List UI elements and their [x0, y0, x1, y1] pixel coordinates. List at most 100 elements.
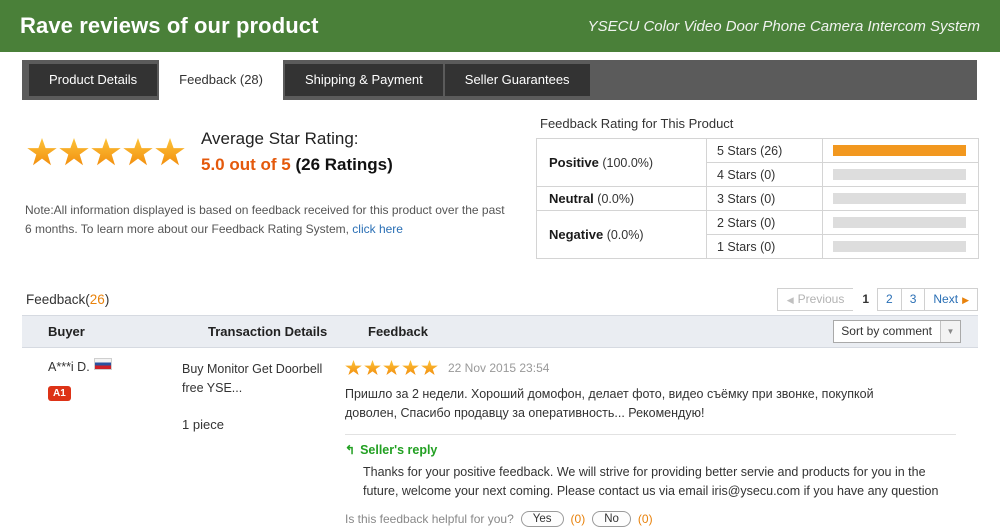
feedback-count-label: Feedback(	[26, 291, 90, 307]
bar-track	[833, 169, 966, 180]
pagination-next-label: Next	[933, 291, 959, 306]
pagination-next[interactable]: Next ▶	[924, 287, 978, 311]
column-header-buyer: Buyer	[48, 324, 85, 339]
buyer-identity: A***i D.	[48, 358, 182, 374]
star-row-bar	[822, 234, 979, 259]
tab-shipping-payment[interactable]: Shipping & Payment	[284, 64, 443, 96]
star-icon	[27, 138, 57, 166]
helpful-yes-button[interactable]: Yes	[520, 511, 564, 527]
average-star-rating	[27, 138, 185, 167]
pagination-previous-label: Previous	[797, 291, 845, 306]
click-here-link[interactable]: click here	[352, 222, 403, 236]
rating-group-neutral: Neutral (0.0%)	[536, 186, 707, 211]
star-row-label: 2 Stars (0)	[706, 210, 823, 235]
pagination: ◀ Previous 1 2 3 Next ▶	[776, 287, 978, 311]
chevron-right-icon: ▶	[962, 294, 969, 305]
star-icon	[345, 360, 362, 376]
page-title: Rave reviews of our product	[20, 13, 319, 38]
pagination-page-1[interactable]: 1	[853, 287, 879, 311]
feedback-count-close: )	[104, 291, 110, 307]
star-icon	[123, 138, 153, 166]
feedback-count: Feedback(26)	[22, 292, 109, 307]
bar-track	[833, 145, 966, 156]
review-feedback-cell: 22 Nov 2015 23:54 Пришло за 2 недели. Хо…	[345, 360, 978, 527]
page-banner: Rave reviews of our product YSECU Color …	[0, 0, 1000, 52]
star-icon	[402, 360, 419, 376]
table-row: Neutral (0.0%) 3 Stars (0)	[536, 186, 979, 211]
pagination-page-2[interactable]: 2	[877, 287, 902, 311]
review-date: 22 Nov 2015 23:54	[448, 361, 550, 375]
bar-track	[833, 241, 966, 252]
russia-flag-icon	[93, 358, 112, 370]
review-star-rating	[345, 360, 438, 376]
buyer-level-badge: A1	[48, 386, 71, 401]
star-icon	[383, 360, 400, 376]
helpful-row: Is this feedback helpful for you? Yes (0…	[345, 511, 956, 527]
transaction-quantity: 1 piece	[182, 417, 224, 432]
tab-feedback[interactable]: Feedback (28)	[159, 60, 283, 100]
star-icon	[364, 360, 381, 376]
pagination-previous[interactable]: ◀ Previous	[776, 287, 855, 311]
review-star-row: 22 Nov 2015 23:54	[345, 360, 956, 376]
bar-track	[833, 193, 966, 204]
average-rating-values: 5.0 out of 5 (26 Ratings)	[201, 153, 393, 177]
column-header-transaction: Transaction Details	[208, 324, 328, 339]
seller-reply-block: ↰ Seller's reply Thanks for your positiv…	[345, 434, 956, 501]
seller-reply-text: Thanks for your positive feedback. We wi…	[363, 465, 939, 498]
feedback-rating-title: Feedback Rating for This Product	[540, 116, 734, 131]
helpful-no-button[interactable]: No	[592, 511, 631, 527]
buyer-name: A***i D.	[48, 360, 90, 374]
chevron-down-icon: ▼	[940, 321, 960, 342]
review-transaction-cell: Buy Monitor Get Doorbell free YSE... 1 p…	[182, 360, 345, 527]
star-row-label: 3 Stars (0)	[706, 186, 823, 211]
star-row-bar	[822, 210, 979, 235]
star-icon	[155, 138, 185, 166]
tab-product-details[interactable]: Product Details	[29, 64, 158, 96]
column-header-feedback: Feedback	[368, 324, 428, 339]
star-row-label: 5 Stars (26)	[706, 138, 823, 163]
star-icon	[421, 360, 438, 376]
average-count: (26 Ratings)	[295, 155, 393, 174]
main-content: Average Star Rating: 5.0 out of 5 (26 Ra…	[0, 100, 1000, 527]
rating-group-negative: Negative (0.0%)	[536, 210, 707, 259]
helpful-yes-count: (0)	[570, 512, 586, 526]
table-row: Negative (0.0%) 2 Stars (0)	[536, 210, 979, 259]
star-row-label: 1 Stars (0)	[706, 234, 823, 259]
tab-seller-guarantees[interactable]: Seller Guarantees	[444, 64, 590, 96]
tab-bar: Product Details Feedback (28) Shipping &…	[22, 60, 977, 100]
rating-group-name: Neutral	[549, 191, 594, 206]
review-text: Пришло за 2 недели. Хороший домофон, дел…	[345, 387, 874, 420]
feedback-table-header: Buyer Transaction Details Feedback Sort …	[22, 315, 978, 348]
rating-group-name: Positive	[549, 155, 599, 170]
average-rating-block: Average Star Rating: 5.0 out of 5 (26 Ra…	[22, 110, 532, 259]
helpful-no-count: (0)	[637, 512, 653, 526]
star-row-bar	[822, 162, 979, 187]
sort-dropdown[interactable]: Sort by comment ▼	[833, 320, 961, 343]
table-row: Positive (100.0%) 5 Stars (26)	[536, 138, 979, 187]
bar-fill	[833, 145, 966, 156]
feedback-rating-table: Positive (100.0%) 5 Stars (26) 4 Stars (…	[536, 138, 979, 259]
reply-arrow-icon: ↰	[345, 443, 356, 457]
pagination-page-3[interactable]: 3	[900, 287, 926, 311]
rating-group-pct: (0.0%)	[606, 228, 644, 242]
review-buyer-cell: A***i D. A1	[22, 358, 182, 527]
feedback-count-value: 26	[89, 291, 105, 307]
seller-reply-heading: ↰ Seller's reply	[345, 443, 956, 457]
average-stars-row: Average Star Rating: 5.0 out of 5 (26 Ra…	[22, 110, 532, 177]
bar-track	[833, 217, 966, 228]
chevron-left-icon: ◀	[786, 294, 794, 305]
star-icon	[91, 138, 121, 166]
feedback-rating-block: Feedback Rating for This Product Positiv…	[532, 110, 979, 259]
transaction-title[interactable]: Buy Monitor Get Doorbell free YSE...	[182, 362, 322, 395]
star-row-bar	[822, 186, 979, 211]
star-row-label: 4 Stars (0)	[706, 162, 823, 187]
product-name: YSECU Color Video Door Phone Camera Inte…	[587, 17, 980, 35]
rating-group-positive: Positive (100.0%)	[536, 138, 707, 187]
feedback-list-header: Feedback(26) ◀ Previous 1 2 3 Next ▶	[22, 287, 978, 311]
star-icon	[59, 138, 89, 166]
rating-group-name: Negative	[549, 227, 604, 242]
average-rating-heading: Average Star Rating:	[201, 129, 359, 148]
helpful-question: Is this feedback helpful for you?	[345, 512, 514, 526]
rating-summary-area: Average Star Rating: 5.0 out of 5 (26 Ra…	[22, 100, 979, 259]
average-rating-text: Average Star Rating: 5.0 out of 5 (26 Ra…	[201, 128, 393, 177]
